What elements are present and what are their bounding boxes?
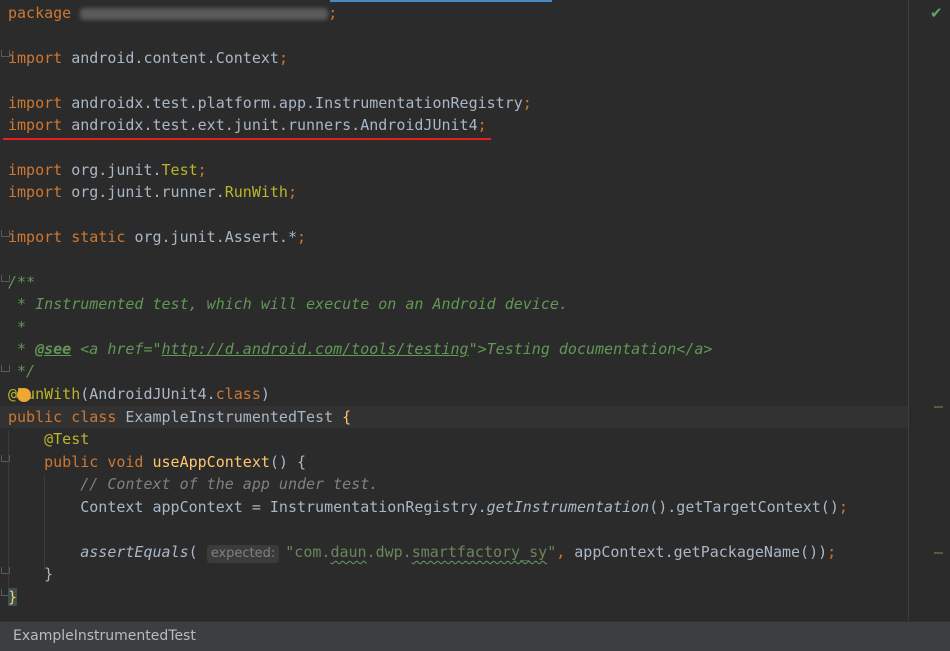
check-icon[interactable]: ✔: [930, 4, 943, 22]
warning-marker[interactable]: [934, 552, 943, 554]
code-line-import: import org.junit.Test;: [8, 161, 207, 179]
code-line-close-method: }: [44, 565, 54, 583]
code-line-comment: // Context of the app under test.: [80, 475, 379, 493]
code-line-context: Context appContext = InstrumentationRegi…: [80, 498, 848, 516]
code-line-assert: assertEquals( expected: "com.daun.dwp.sma…: [80, 543, 837, 563]
redacted-package-name: [80, 7, 329, 20]
error-underline: [3, 138, 491, 140]
code-line-runwith: @RunWith(AndroidJUnit4.class): [8, 385, 270, 403]
javadoc-open: /**: [8, 273, 36, 291]
javadoc-link[interactable]: http://d.android.com/tools/testing: [162, 340, 469, 358]
code-line-class-decl: public class ExampleInstrumentedTest {: [0, 406, 908, 429]
code-line-import: import androidx.test.platform.app.Instru…: [8, 94, 532, 112]
code-line-import-static: import static org.junit.Assert.*;: [8, 228, 307, 246]
scrollbar-track[interactable]: [908, 0, 909, 621]
loading-progress: [330, 0, 552, 2]
code-line-close-class: }: [8, 588, 18, 606]
breadcrumb[interactable]: ExampleInstrumentedTest: [13, 628, 196, 644]
breadcrumb-bar: ExampleInstrumentedTest: [0, 621, 950, 651]
code-line-import-error: import androidx.test.ext.junit.runners.A…: [8, 116, 487, 134]
code-line-import: import android.content.Context;: [8, 49, 288, 67]
code-line-import: import org.junit.runner.RunWith;: [8, 183, 297, 201]
code-line-method-decl: public void useAppContext() {: [44, 453, 307, 471]
javadoc-see-line: * @see <a href="http://d.android.com/too…: [8, 340, 713, 358]
code-editor[interactable]: package ; import android.content.Context…: [0, 0, 950, 621]
code-line-package: package ;: [8, 4, 338, 22]
code-line-test-annotation: @Test: [44, 430, 90, 448]
lightbulb-icon[interactable]: [17, 388, 31, 402]
error-marker[interactable]: [934, 406, 943, 408]
javadoc-line: * Instrumented test, which will execute …: [8, 295, 568, 313]
javadoc-line: *: [8, 318, 27, 336]
parameter-hint: expected:: [206, 545, 280, 563]
javadoc-close: */: [8, 362, 36, 380]
